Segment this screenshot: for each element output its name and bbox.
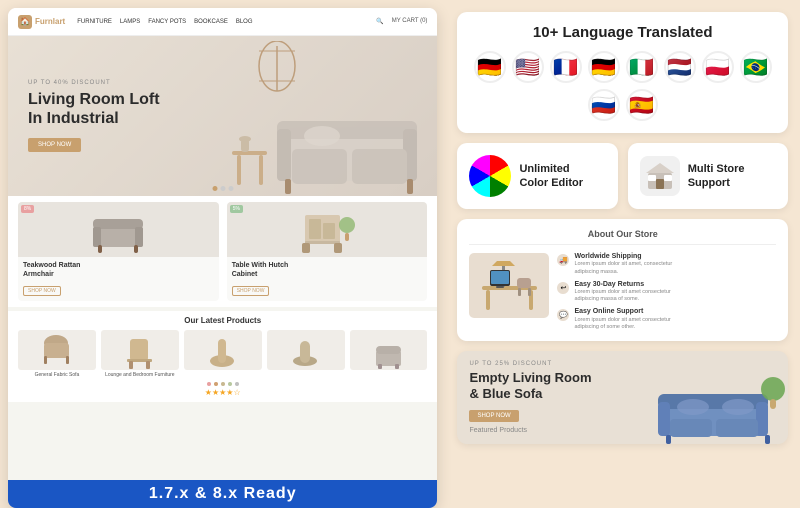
returns-title: Easy 30-Day Returns — [574, 281, 670, 289]
mini-product-label-2: Lounge and Bedroom Furniture — [101, 372, 179, 378]
website-mockup: 🏠 Furnlart FURNITURE LAMPS FANCY POTS BO… — [8, 8, 437, 508]
shipping-title: Worldwide Shipping — [574, 253, 672, 261]
about-store-image — [469, 253, 549, 318]
multi-store-feature: Multi StoreSupport — [628, 143, 788, 209]
support-desc: Lorem ipsum dolor sit amet consecteturad… — [574, 317, 670, 331]
version-badge: 1.7.x & 8.x Ready — [8, 480, 437, 508]
flag-italian: 🇮🇹 — [626, 51, 658, 83]
hero-section: UP TO 40% DISCOUNT Living Room LoftIn In… — [8, 36, 437, 196]
latest-products-section: Our Latest Products General Fabric Sofa — [8, 311, 437, 402]
mini-product-img-4 — [267, 330, 345, 370]
shipping-desc: Lorem ipsum dolor sit amet, consectetura… — [574, 261, 672, 275]
flag-polish: 🇵🇱 — [702, 51, 734, 83]
returns-desc: Lorem ipsum dolor sit amet consecteturad… — [574, 289, 670, 303]
flag-german: 🇩🇪 — [474, 51, 506, 83]
mini-product-img-2 — [101, 330, 179, 370]
mini-product-4 — [267, 330, 345, 378]
hero2-discount: UP TO 25% DISCOUNT — [469, 361, 776, 367]
language-title: 10+ Language Translated — [471, 24, 774, 41]
flag-brazil: 🇧🇷 — [740, 51, 772, 83]
product-name-1: Teakwood RattanArmchair — [23, 261, 214, 279]
nav-right: 🔍 MY CART (0) — [376, 18, 427, 25]
about-feature-shipping: 🚚 Worldwide Shipping Lorem ipsum dolor s… — [557, 253, 672, 276]
logo-icon: 🏠 — [18, 15, 32, 29]
cart-link: MY CART (0) — [392, 18, 428, 25]
product-info-2: Table With HutchCabinet SHOP NOW — [227, 257, 428, 301]
hero-discount: UP TO 40% DISCOUNT — [28, 80, 160, 86]
nav-link-fancy-pots: FANCY POTS — [148, 19, 186, 25]
mini-product-label-1: General Fabric Sofa — [18, 372, 96, 378]
about-title: About Our Store — [469, 229, 776, 245]
product-name-2: Table With HutchCabinet — [232, 261, 423, 279]
right-panel: 10+ Language Translated 🇩🇪 🇺🇸 🇫🇷 🇩🇪 🇮🇹 🇳… — [445, 0, 800, 500]
nav-link-lamps: LAMPS — [120, 19, 140, 25]
flag-us: 🇺🇸 — [512, 51, 544, 83]
hero2-section: UP TO 25% DISCOUNT Empty Living Room& Bl… — [457, 351, 788, 444]
about-feature-returns: ↩ Easy 30-Day Returns Lorem ipsum dolor … — [557, 281, 672, 304]
about-section: About Our Store — [457, 219, 788, 341]
nav-link-furniture: FURNITURE — [77, 19, 112, 25]
features-row: UnlimitedColor Editor Multi StoreSupport — [457, 143, 788, 209]
product-card-2: 5% — [227, 202, 428, 301]
product-card-1: 8% Teakwood RattanArmchair — [18, 202, 219, 301]
flag-french: 🇫🇷 — [550, 51, 582, 83]
returns-icon: ↩ — [557, 282, 569, 294]
hero2-shop-now-button[interactable]: SHOP NOW — [469, 410, 518, 422]
mockup-navbar: 🏠 Furnlart FURNITURE LAMPS FANCY POTS BO… — [8, 8, 437, 36]
latest-products-title: Our Latest Products — [18, 316, 427, 325]
flag-spanish: 🇪🇸 — [626, 89, 658, 121]
product-img-1 — [18, 202, 219, 257]
hero-dot-2[interactable] — [220, 186, 225, 191]
mini-product-2: Lounge and Bedroom Furniture — [101, 330, 179, 378]
about-content: 🚚 Worldwide Shipping Lorem ipsum dolor s… — [469, 253, 776, 331]
product-cards: 8% Teakwood RattanArmchair — [8, 196, 437, 307]
hero-title: Living Room LoftIn Industrial — [28, 90, 160, 128]
mini-product-img-1 — [18, 330, 96, 370]
color-wheel-icon — [469, 155, 511, 197]
search-icon[interactable]: 🔍 — [376, 18, 383, 25]
support-title: Easy Online Support — [574, 308, 670, 316]
product-badge-1: 8% — [21, 205, 34, 213]
hero2-content: UP TO 25% DISCOUNT Empty Living Room& Bl… — [469, 361, 776, 422]
main-container: 🏠 Furnlart FURNITURE LAMPS FANCY POTS BO… — [0, 0, 800, 500]
shipping-icon: 🚚 — [557, 254, 569, 266]
flag-russian: 🇷🇺 — [588, 89, 620, 121]
hero2-title: Empty Living Room& Blue Sofa — [469, 370, 776, 401]
website-mockup-panel: 🏠 Furnlart FURNITURE LAMPS FANCY POTS BO… — [8, 8, 437, 508]
about-feature-support: 💬 Easy Online Support Lorem ipsum dolor … — [557, 308, 672, 331]
mini-product-1: General Fabric Sofa — [18, 330, 96, 378]
hero-shop-now-button[interactable]: SHOP NOW — [28, 138, 81, 152]
mockup-logo: 🏠 Furnlart — [18, 15, 65, 29]
store-icon — [640, 156, 680, 196]
mini-product-5 — [350, 330, 428, 378]
product-badge-2: 5% — [230, 205, 243, 213]
brand-name: Furnlart — [35, 17, 65, 26]
hero-furniture-illustration — [217, 41, 437, 196]
multi-store-label: Multi StoreSupport — [688, 162, 745, 191]
flag-dutch: 🇳🇱 — [664, 51, 696, 83]
nav-link-blog: BLOG — [236, 19, 253, 25]
mini-product-3 — [184, 330, 262, 378]
nav-link-bookcase: BOOKCASE — [194, 19, 228, 25]
language-section: 10+ Language Translated 🇩🇪 🇺🇸 🇫🇷 🇩🇪 🇮🇹 🇳… — [457, 12, 788, 133]
hero-dot-3[interactable] — [228, 186, 233, 191]
nav-links: FURNITURE LAMPS FANCY POTS BOOKCASE BLOG — [77, 19, 252, 25]
hero-dot-1[interactable] — [212, 186, 217, 191]
support-icon: 💬 — [557, 309, 569, 321]
language-flags: 🇩🇪 🇺🇸 🇫🇷 🇩🇪 🇮🇹 🇳🇱 🇵🇱 🇧🇷 🇷🇺 🇪🇸 — [471, 51, 774, 121]
product-info-1: Teakwood RattanArmchair SHOP NOW — [18, 257, 219, 301]
product-stars: ★★★★☆ — [205, 388, 241, 397]
about-features-list: 🚚 Worldwide Shipping Lorem ipsum dolor s… — [557, 253, 672, 331]
color-editor-label: UnlimitedColor Editor — [519, 162, 583, 191]
mini-product-img-3 — [184, 330, 262, 370]
hero-content: UP TO 40% DISCOUNT Living Room LoftIn In… — [8, 65, 180, 167]
shop-now-link-1[interactable]: SHOP NOW — [23, 286, 61, 296]
mini-product-grid: General Fabric Sofa Lounge and Bedroom F… — [18, 330, 427, 378]
product-img-2 — [227, 202, 428, 257]
shop-now-link-2[interactable]: SHOP NOW — [232, 286, 270, 296]
hero-dots — [212, 186, 233, 191]
mini-product-img-5 — [350, 330, 428, 370]
color-editor-feature: UnlimitedColor Editor — [457, 143, 617, 209]
flag-german2: 🇩🇪 — [588, 51, 620, 83]
